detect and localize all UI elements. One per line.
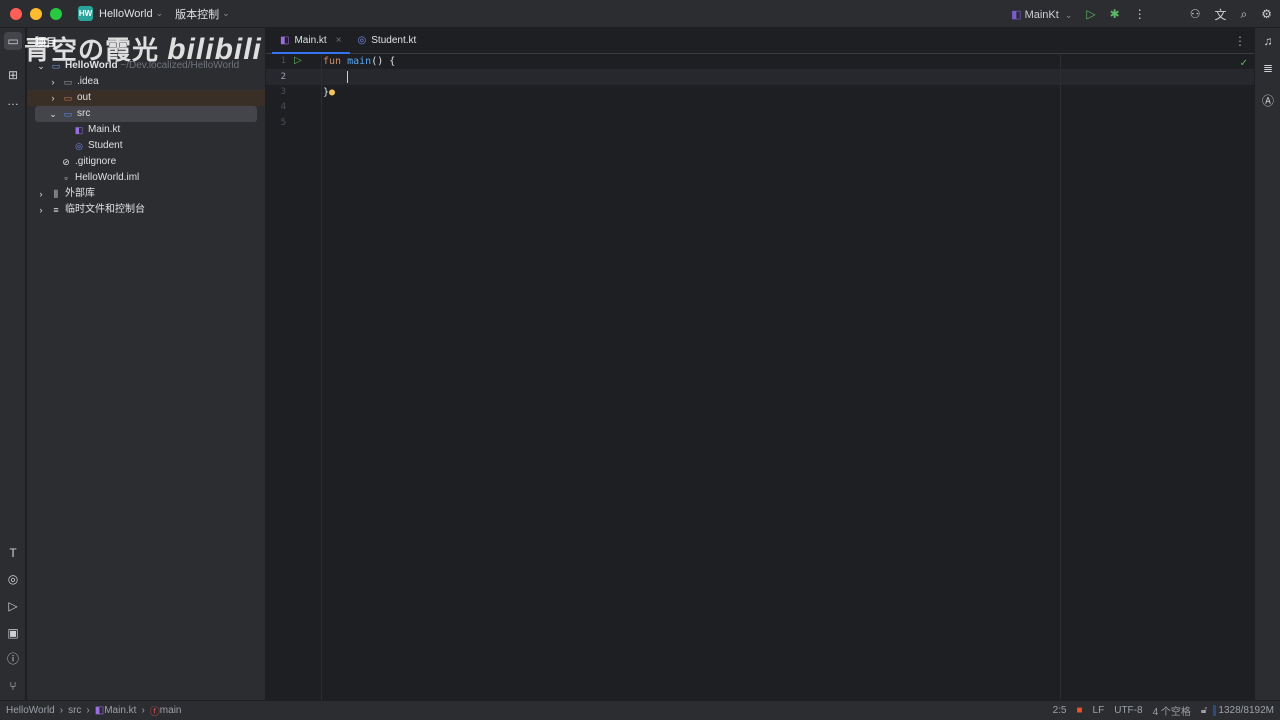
close-icon[interactable]: × xyxy=(336,35,342,46)
panel-title: 项目 xyxy=(35,37,57,49)
kotlin-file-icon: ◧ xyxy=(280,34,290,46)
database-icon[interactable]: ≣ xyxy=(1259,59,1277,77)
encoding[interactable]: UTF-8 xyxy=(1114,705,1142,716)
folder-icon: ▭ xyxy=(63,109,73,119)
class-icon: ◎ xyxy=(357,34,367,46)
run-icon[interactable]: ▷ xyxy=(1086,7,1095,21)
run-gutter-icon[interactable]: ▷ xyxy=(294,55,302,66)
caret-position[interactable]: 2:5 xyxy=(1053,705,1067,716)
library-icon: ⫼ xyxy=(53,189,59,199)
gear-icon[interactable]: ⚙ xyxy=(1261,7,1272,21)
breadcrumb-src[interactable]: src xyxy=(68,705,81,716)
run-config-selector[interactable]: ◧ MainKt ⌄ xyxy=(1011,8,1072,21)
code-line-1: fun main() { xyxy=(323,56,396,67)
add-user-icon[interactable]: ⚇ xyxy=(1190,7,1201,21)
more-icon[interactable]: ⋮ xyxy=(1234,34,1246,48)
build-icon[interactable]: T xyxy=(4,544,22,562)
kotlin-file-icon: ◧ xyxy=(74,125,84,135)
folder-icon: ▭ xyxy=(63,93,73,103)
function-icon: ⓕ xyxy=(149,707,160,718)
tree-item-idea[interactable]: › ▭ .idea xyxy=(47,74,99,90)
chevron-down-icon: ⌄ xyxy=(222,8,230,18)
scratch-icon: ≡ xyxy=(53,205,59,215)
terminal-icon[interactable]: ▣ xyxy=(4,624,22,642)
right-tool-strip: ♫ ≣ Ⓐ xyxy=(1254,28,1280,700)
breadcrumb-file[interactable]: Main.kt xyxy=(104,705,136,716)
kotlin-file-icon: ◧ xyxy=(94,705,105,716)
services-icon[interactable]: ◎ xyxy=(4,570,22,588)
breadcrumb-project[interactable]: HelloWorld xyxy=(6,705,55,716)
text-cursor xyxy=(347,71,348,83)
tree-item-iml[interactable]: ▫ HelloWorld.iml xyxy=(60,170,139,186)
file-icon: ▫ xyxy=(64,173,68,183)
kotlin-icon: ◧ xyxy=(1011,8,1022,21)
more-icon[interactable]: … xyxy=(4,92,22,110)
editor-tabs: ◧ Main.kt × ◎ Student.kt ⋮ xyxy=(266,28,1254,54)
debug-icon[interactable]: ✱ xyxy=(1110,7,1120,21)
gutter: 1 2 3 4 5 ▷ xyxy=(266,54,322,700)
tree-item-out[interactable]: › ▭ out xyxy=(27,90,265,106)
structure-icon[interactable]: ⊞ xyxy=(4,66,22,84)
right-margin-guide xyxy=(1060,54,1061,700)
line-separator[interactable]: LF xyxy=(1093,705,1105,716)
problems-icon[interactable]: ⓘ xyxy=(4,650,22,668)
memory-indicator[interactable]: 1328/8192M xyxy=(1213,705,1276,716)
vcs-menu[interactable]: 版本控制 xyxy=(175,6,219,22)
chevron-down-icon: ⌄ xyxy=(155,8,164,18)
translate-icon[interactable]: 文 xyxy=(1214,6,1226,23)
close-window-button[interactable] xyxy=(10,7,22,20)
folder-icon[interactable]: ▭ xyxy=(4,32,22,50)
search-icon[interactable]: ⌕ xyxy=(1241,7,1248,22)
folder-icon: ▭ xyxy=(63,77,73,87)
run-icon[interactable]: ▷ xyxy=(4,597,22,615)
tree-item-src[interactable]: ⌄ ▭ src xyxy=(35,106,257,122)
breadcrumb-function[interactable]: main xyxy=(160,705,182,716)
current-line-highlight xyxy=(266,69,1254,85)
tree-item-main-kt[interactable]: ◧ Main.kt xyxy=(73,122,121,138)
project-badge: HW xyxy=(78,6,93,21)
more-icon[interactable]: ⋮ xyxy=(1134,7,1146,21)
check-icon: ✓ xyxy=(1239,58,1248,69)
tree-item-gitignore[interactable]: ⊘ .gitignore xyxy=(60,154,116,170)
left-tool-strip: ▭ ⊞ … T ◎ ▷ ▣ ⓘ ⑂ xyxy=(0,28,26,700)
title-bar: HW HelloWorld ⌄ 版本控制 ⌄ ◧ MainKt ⌄ ▷ ✱ ⋮ ⚇ … xyxy=(0,0,1280,28)
code-line-3: }● xyxy=(323,87,336,98)
tree-item-scratches[interactable]: › ≡ 临时文件和控制台 xyxy=(35,202,146,218)
ai-assistant-icon[interactable]: Ⓐ xyxy=(1259,92,1277,110)
class-icon: ◎ xyxy=(75,141,83,151)
git-icon[interactable]: ⑂ xyxy=(4,677,22,695)
tree-item-external-libs[interactable]: › ⫼ 外部库 xyxy=(35,186,96,202)
status-bar: HelloWorld › src › ◧ Main.kt › ⓕ main 2:5 ■ L… xyxy=(0,700,1280,720)
windows-icon[interactable]: ■ xyxy=(1077,705,1083,716)
notifications-icon[interactable]: ♫ xyxy=(1259,32,1277,50)
editor[interactable]: ◧ Main.kt × ◎ Student.kt ⋮ 1 2 3 4 5 ▷ fun … xyxy=(266,28,1254,700)
tree-root[interactable]: ⌄ ▭ HelloWorld ~/Dev.localized/HelloWorld xyxy=(35,58,239,74)
lock-icon[interactable]: 🔓︎ xyxy=(1201,705,1207,716)
project-switcher[interactable]: HelloWorld xyxy=(99,8,153,20)
tree-item-student[interactable]: ◎ Student xyxy=(73,138,122,154)
tab-student-kt[interactable]: ◎ Student.kt xyxy=(350,27,425,53)
project-panel: 项目 ⌄ ▭ HelloWorld ~/Dev.localized/HelloWor… xyxy=(27,28,265,700)
indent[interactable]: 4 个空格 xyxy=(1153,703,1191,718)
lightbulb-icon[interactable]: ● xyxy=(329,87,335,98)
tab-main-kt[interactable]: ◧ Main.kt × xyxy=(272,27,350,54)
minimize-window-button[interactable] xyxy=(30,7,42,20)
ignore-icon: ⊘ xyxy=(62,157,70,167)
zoom-window-button[interactable] xyxy=(50,7,62,20)
